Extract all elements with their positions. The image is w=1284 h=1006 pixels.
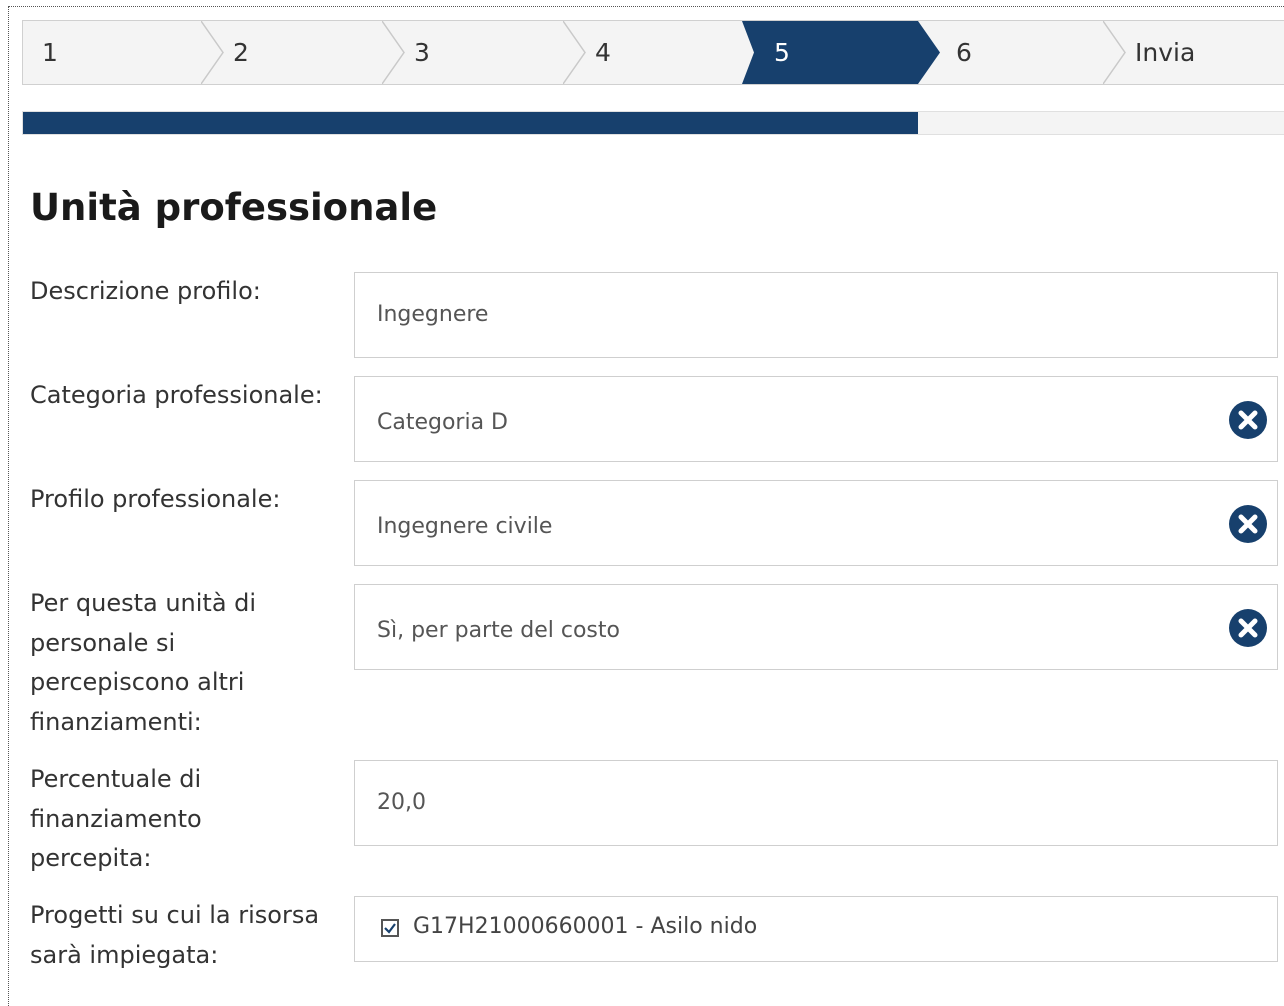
step-4[interactable]: 4 — [585, 21, 745, 84]
step-2[interactable]: 2 — [223, 21, 383, 84]
categoria-label: Categoria professionale: — [30, 381, 323, 409]
progetti-field: G17H21000660001 - Asilo nido — [354, 896, 1278, 962]
clear-icon[interactable] — [1229, 401, 1267, 439]
step-label: 1 — [42, 38, 58, 67]
step-1[interactable]: 1 — [23, 21, 203, 84]
step-label: Invia — [1135, 38, 1196, 67]
descrizione-field[interactable]: Ingegnere — [354, 272, 1278, 358]
finanziamenti-label: Per questa unità di personale si percepi… — [30, 589, 257, 736]
step-6[interactable]: 6 — [943, 21, 1103, 84]
finanziamenti-value: Sì, per parte del costo — [377, 618, 620, 643]
profilo-value: Ingegnere civile — [377, 514, 553, 539]
clear-icon[interactable] — [1229, 505, 1267, 543]
profilo-label: Profilo professionale: — [30, 485, 281, 513]
wizard-steps: 1 2 3 4 5 6 Invia — [22, 20, 1284, 85]
step-label: 2 — [233, 38, 249, 67]
descrizione-value: Ingegnere — [377, 302, 489, 327]
step-label: 6 — [956, 38, 972, 67]
step-separator-icon — [382, 21, 405, 84]
progetti-label: Progetti su cui la risorsa sarà impiegat… — [30, 901, 320, 969]
descrizione-label: Descrizione profilo: — [30, 277, 261, 305]
step-label: 4 — [595, 38, 611, 67]
progetto-label: G17H21000660001 - Asilo nido — [413, 914, 758, 939]
percentuale-input[interactable]: 20,0 — [354, 760, 1278, 846]
step-label: 3 — [414, 38, 430, 67]
step-separator-icon — [201, 21, 224, 84]
finanziamenti-select[interactable]: Sì, per parte del costo — [354, 584, 1278, 670]
clear-icon[interactable] — [1229, 609, 1267, 647]
step-invia[interactable]: Invia — [1125, 21, 1284, 84]
progetto-checkbox[interactable] — [381, 919, 399, 937]
percentuale-value: 20,0 — [377, 790, 426, 815]
categoria-value: Categoria D — [377, 410, 509, 435]
step-3[interactable]: 3 — [404, 21, 564, 84]
progress-bar — [22, 111, 1284, 135]
step-separator-icon — [563, 21, 586, 84]
step-label: 5 — [774, 38, 790, 67]
profilo-select[interactable]: Ingegnere civile — [354, 480, 1278, 566]
step-separator-icon — [1103, 21, 1126, 84]
progress-fill — [23, 112, 919, 134]
percentuale-label: Percentuale di finanziamento percepita: — [30, 765, 202, 872]
step-5[interactable]: 5 — [758, 21, 908, 84]
categoria-select[interactable]: Categoria D — [354, 376, 1278, 462]
page-title: Unità professionale — [30, 186, 438, 229]
